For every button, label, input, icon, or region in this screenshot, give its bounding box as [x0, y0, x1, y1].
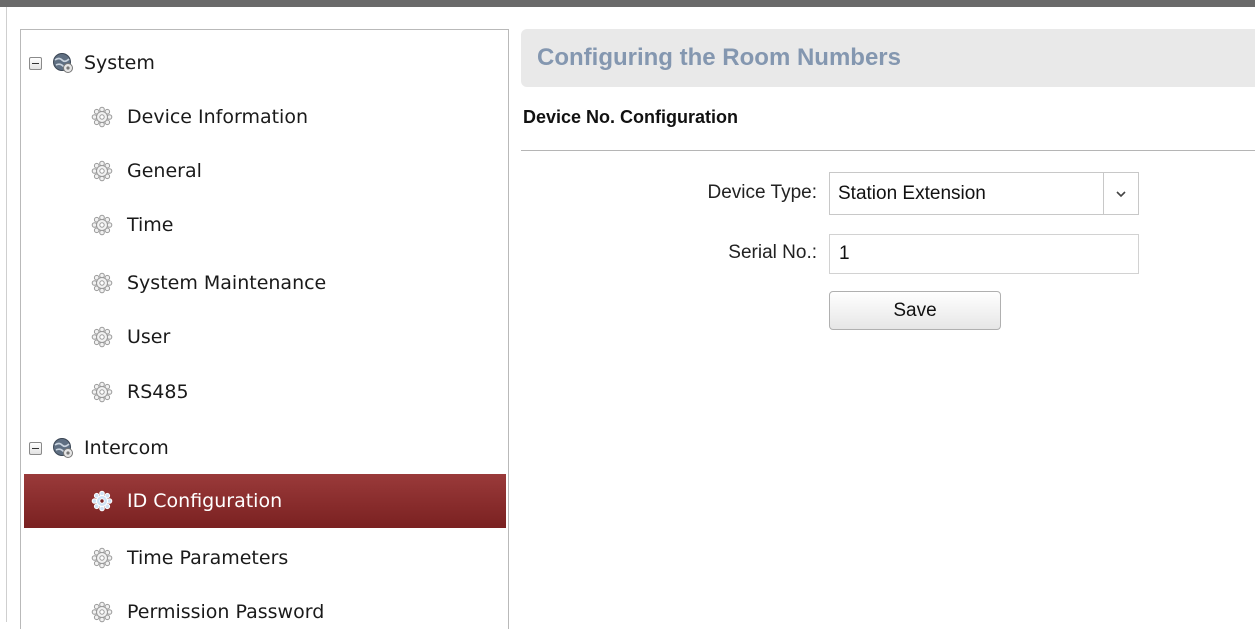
device-type-value: Station Extension — [838, 182, 986, 204]
sidebar-item-device-information[interactable]: Device Information — [21, 90, 508, 144]
tree-group-label: Intercom — [84, 437, 169, 459]
sidebar-item-label: General — [127, 160, 202, 182]
sidebar-item-label: Time Parameters — [127, 547, 289, 569]
sidebar-item-id-configuration[interactable]: ID Configuration — [24, 474, 506, 528]
gear-icon — [91, 160, 113, 182]
section-divider — [521, 150, 1255, 151]
window-top-border — [0, 0, 1255, 7]
window-left-edge — [6, 7, 7, 622]
globe-gear-icon — [53, 53, 73, 73]
gear-icon — [91, 106, 113, 128]
sidebar-item-user[interactable]: User — [21, 310, 508, 364]
sidebar-item-time[interactable]: Time — [21, 198, 508, 252]
tree-group-label: System — [84, 52, 155, 74]
collapse-icon[interactable] — [29, 441, 42, 455]
page-title: Configuring the Room Numbers — [537, 44, 901, 71]
sidebar-item-label: User — [127, 326, 171, 348]
tree-group-system[interactable]: System — [21, 36, 508, 90]
gear-icon — [91, 490, 113, 512]
sidebar-item-label: ID Configuration — [127, 490, 283, 512]
device-type-label: Device Type: — [707, 182, 817, 203]
dropdown-arrow[interactable] — [1103, 173, 1138, 214]
device-type-select[interactable]: Station Extension — [829, 172, 1139, 215]
collapse-icon[interactable] — [29, 56, 42, 70]
sidebar-item-label: Permission Password — [127, 601, 325, 623]
sidebar-item-system-maintenance[interactable]: System Maintenance — [21, 256, 508, 310]
save-button[interactable]: Save — [829, 291, 1001, 330]
chevron-down-icon — [1116, 190, 1126, 197]
tree-group-intercom[interactable]: Intercom — [21, 421, 508, 475]
serial-no-label: Serial No.: — [728, 242, 817, 263]
globe-gear-icon — [53, 438, 73, 458]
gear-icon — [91, 272, 113, 294]
sidebar-item-label: Time — [127, 214, 174, 236]
sidebar-item-rs485[interactable]: RS485 — [21, 365, 508, 419]
gear-icon — [91, 547, 113, 569]
sidebar-tree: System Device Information General Time S… — [20, 29, 509, 629]
gear-icon — [91, 381, 113, 403]
sidebar-item-time-parameters[interactable]: Time Parameters — [21, 531, 508, 585]
gear-icon — [91, 601, 113, 623]
serial-no-input[interactable] — [829, 234, 1139, 274]
sidebar-item-label: RS485 — [127, 381, 189, 403]
save-button-label: Save — [893, 299, 937, 321]
gear-icon — [91, 214, 113, 236]
sidebar-item-general[interactable]: General — [21, 144, 508, 198]
page-header: Configuring the Room Numbers — [521, 29, 1255, 87]
gear-icon — [91, 326, 113, 348]
sidebar-item-label: Device Information — [127, 106, 309, 128]
sidebar-item-permission-password[interactable]: Permission Password — [21, 585, 508, 639]
section-title: Device No. Configuration — [523, 107, 739, 127]
sidebar-item-label: System Maintenance — [127, 272, 327, 294]
